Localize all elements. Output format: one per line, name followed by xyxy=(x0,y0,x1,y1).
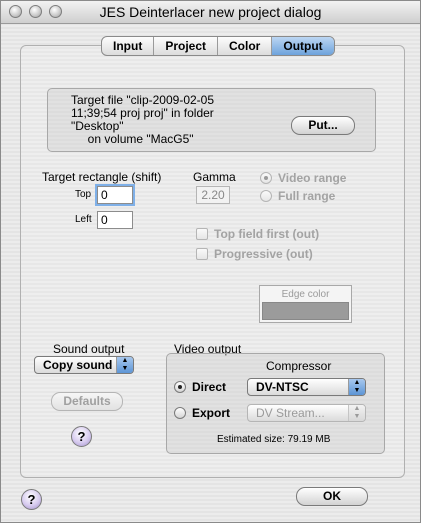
gamma-heading: Gamma xyxy=(193,170,236,184)
defaults-button[interactable]: Defaults xyxy=(51,392,123,411)
export-label: Export xyxy=(192,406,231,420)
progressive-label: Progressive (out) xyxy=(214,247,313,261)
target-rectangle-heading: Target rectangle (shift) xyxy=(42,170,162,184)
popup-arrows-icon: ▲ ▼ xyxy=(348,405,365,421)
edge-color-well[interactable]: Edge color xyxy=(259,285,352,323)
title-bar[interactable]: JES Deinterlacer new project dialog xyxy=(1,1,420,24)
target-file-group: Target file "clip-2009-02-05 11;39;54 pr… xyxy=(47,88,376,152)
full-range-radio[interactable] xyxy=(260,190,272,202)
tab-color[interactable]: Color xyxy=(218,37,273,55)
left-label: Left xyxy=(75,214,92,225)
direct-codec-popup[interactable]: DV-NTSC ▲ ▼ xyxy=(247,378,366,396)
ok-button[interactable]: OK xyxy=(296,487,368,506)
direct-radio[interactable] xyxy=(174,381,186,393)
gamma-input[interactable]: 2.20 xyxy=(196,186,230,204)
popup-arrows-icon: ▲ ▼ xyxy=(348,379,365,395)
left-offset-input[interactable]: 0 xyxy=(97,211,133,229)
tab-project[interactable]: Project xyxy=(154,37,219,55)
dialog-window: JES Deinterlacer new project dialog Inpu… xyxy=(0,0,421,523)
direct-label: Direct xyxy=(192,380,227,394)
tab-input[interactable]: Input xyxy=(102,37,155,55)
target-file-description: Target file "clip-2009-02-05 11;39;54 pr… xyxy=(71,93,215,146)
help-icon[interactable]: ? xyxy=(71,426,92,447)
edge-color-swatch xyxy=(262,302,349,320)
export-format-popup[interactable]: DV Stream... ▲ ▼ xyxy=(247,404,366,422)
top-label: Top xyxy=(75,189,92,200)
video-range-radio[interactable] xyxy=(260,172,272,184)
top-field-first-label: Top field first (out) xyxy=(214,227,320,241)
put-button[interactable]: Put... xyxy=(291,116,355,135)
direct-codec-value: DV-NTSC xyxy=(256,380,309,394)
sound-output-heading: Sound output xyxy=(53,342,125,356)
tab-bar: Input Project Color Output xyxy=(101,36,335,56)
sound-output-value: Copy sound xyxy=(43,358,113,372)
popup-arrows-icon: ▲ ▼ xyxy=(116,357,133,373)
tab-output[interactable]: Output xyxy=(272,37,334,55)
full-range-label: Full range xyxy=(278,189,336,203)
export-format-value: DV Stream... xyxy=(256,406,325,420)
help-icon[interactable]: ? xyxy=(21,489,42,510)
export-radio[interactable] xyxy=(174,407,186,419)
edge-color-label: Edge color xyxy=(281,289,330,300)
top-field-first-checkbox[interactable] xyxy=(196,228,208,240)
sound-output-popup[interactable]: Copy sound ▲ ▼ xyxy=(34,356,134,374)
video-range-label: Video range xyxy=(278,171,347,185)
compressor-group: Compressor Direct DV-NTSC ▲ ▼ Export DV S… xyxy=(166,353,385,454)
compressor-heading: Compressor xyxy=(266,359,332,373)
top-offset-input[interactable]: 0 xyxy=(97,186,133,204)
progressive-checkbox[interactable] xyxy=(196,248,208,260)
window-title: JES Deinterlacer new project dialog xyxy=(99,4,322,20)
estimated-size: Estimated size: 79.19 MB xyxy=(217,434,331,445)
